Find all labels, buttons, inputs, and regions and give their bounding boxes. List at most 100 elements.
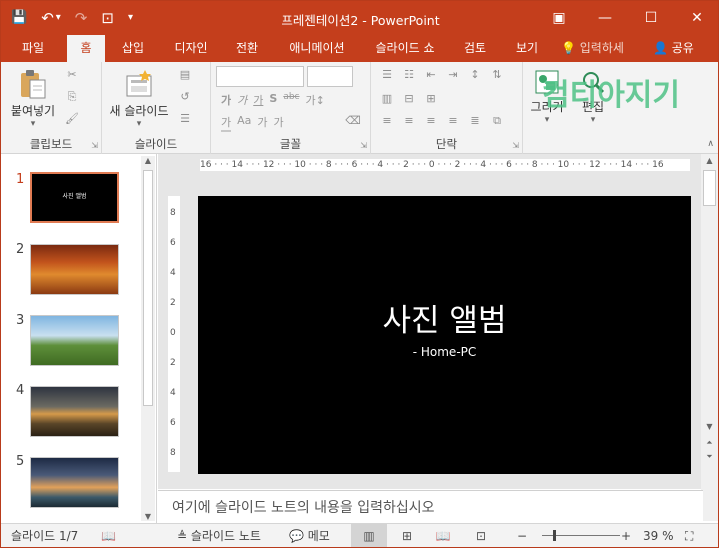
- title-bar: 💾 ↶ ▾ ↷ ⊡ ▾ 프레젠테이션2 - PowerPoint ▣ — ☐ ✕: [1, 1, 718, 35]
- thumbnail-slide-2[interactable]: [30, 244, 119, 295]
- italic-button[interactable]: 가: [237, 92, 247, 108]
- scroll-thumb[interactable]: [143, 170, 153, 406]
- paste-button[interactable]: 붙여넣기 ▾: [5, 68, 61, 129]
- align-text-icon[interactable]: ⊟: [401, 92, 417, 106]
- redo-icon[interactable]: ↷: [75, 7, 88, 29]
- drawing-label: 그리기: [530, 100, 564, 114]
- maximize-button[interactable]: ☐: [628, 1, 674, 35]
- underline-button[interactable]: 가: [253, 92, 263, 108]
- decrease-indent-icon[interactable]: ⇤: [423, 68, 439, 82]
- shadow-button[interactable]: S: [269, 92, 277, 108]
- minimize-button[interactable]: —: [582, 1, 628, 35]
- bullets-icon[interactable]: ☰: [379, 68, 395, 82]
- font-launcher-icon[interactable]: ⇲: [360, 141, 367, 150]
- tell-me-search[interactable]: 💡 입력하세: [561, 35, 624, 62]
- slide-title[interactable]: 사진 앨범: [198, 295, 691, 340]
- numbering-icon[interactable]: ☷: [401, 68, 417, 82]
- thumbnail-slide-3[interactable]: [30, 315, 119, 366]
- share-button[interactable]: 👤 공유: [653, 35, 694, 62]
- thumb-number: 2: [16, 242, 25, 257]
- strikethrough-button[interactable]: abc: [283, 92, 299, 108]
- align-left-icon[interactable]: ≡: [379, 114, 395, 128]
- tab-design[interactable]: 디자인: [163, 35, 219, 62]
- bold-button[interactable]: 가: [221, 92, 231, 108]
- current-slide[interactable]: 사진 앨범 - Home-PC: [198, 196, 691, 474]
- save-icon[interactable]: 💾: [11, 7, 27, 29]
- tab-home[interactable]: 홈: [67, 35, 105, 62]
- comments-button[interactable]: 💬 메모: [289, 524, 330, 547]
- editing-button[interactable]: 편집 ▾: [573, 68, 613, 125]
- slide-sorter-icon[interactable]: ⊞: [389, 524, 425, 547]
- zoom-out-button[interactable]: −: [517, 524, 527, 547]
- section-icon[interactable]: ☰: [177, 112, 193, 126]
- tab-file[interactable]: 파일: [9, 35, 57, 62]
- tab-review[interactable]: 검토: [453, 35, 497, 62]
- align-center-icon[interactable]: ≡: [401, 114, 417, 128]
- scroll-up-icon[interactable]: ▲: [701, 156, 718, 165]
- paragraph-launcher-icon[interactable]: ⇲: [512, 141, 519, 150]
- ruler-tick: 0: [170, 328, 176, 338]
- columns-icon[interactable]: ▥: [379, 92, 395, 106]
- previous-slide-icon[interactable]: ⏶: [701, 438, 718, 448]
- notes-button[interactable]: ≜ 슬라이드 노트: [177, 524, 261, 547]
- collapse-ribbon-icon[interactable]: ∧: [707, 139, 714, 149]
- clipboard-launcher-icon[interactable]: ⇲: [91, 141, 98, 150]
- char-spacing-button[interactable]: 가↕: [306, 92, 325, 108]
- start-presentation-icon[interactable]: ⊡: [101, 7, 114, 29]
- copy-icon[interactable]: ⎘: [64, 90, 80, 104]
- normal-view-icon[interactable]: ▥: [351, 524, 387, 547]
- justify-icon[interactable]: ≡: [445, 114, 461, 128]
- undo-dropdown-icon[interactable]: ▾: [56, 7, 61, 29]
- thumbnail-slide-1[interactable]: 사진 앨범: [30, 172, 119, 223]
- close-button[interactable]: ✕: [674, 1, 718, 35]
- scroll-down-icon[interactable]: ▼: [701, 422, 718, 431]
- tab-view[interactable]: 보기: [505, 35, 549, 62]
- spelling-check-icon[interactable]: 📖: [101, 524, 116, 547]
- tab-animations[interactable]: 애니메이션: [277, 35, 357, 62]
- cut-icon[interactable]: ✂: [64, 68, 80, 82]
- quick-access-toolbar: 💾 ↶ ▾ ↷ ⊡ ▾: [11, 7, 133, 29]
- undo-icon[interactable]: ↶: [41, 7, 54, 29]
- distributed-icon[interactable]: ≣: [467, 114, 483, 128]
- reset-icon[interactable]: ↺: [177, 90, 193, 104]
- format-painter-icon[interactable]: 🖌: [64, 112, 80, 126]
- tab-slideshow[interactable]: 슬라이드 쇼: [363, 35, 447, 62]
- scroll-up-icon[interactable]: ▲: [141, 156, 155, 165]
- new-slide-icon: [126, 70, 152, 97]
- change-case-button[interactable]: Aa: [237, 114, 251, 132]
- zoom-slider-thumb[interactable]: [553, 530, 557, 541]
- tab-insert[interactable]: 삽입: [111, 35, 155, 62]
- thumbnail-slide-4[interactable]: [30, 386, 119, 437]
- scroll-thumb[interactable]: [703, 170, 716, 206]
- increase-indent-icon[interactable]: ⇥: [445, 68, 461, 82]
- line-spacing-icon[interactable]: ↕: [467, 68, 483, 82]
- convert-smartart-icon[interactable]: ⧉: [489, 114, 505, 128]
- reading-view-icon[interactable]: 📖: [425, 524, 461, 547]
- font-color-button[interactable]: 가: [221, 114, 232, 132]
- zoom-level[interactable]: 39 %: [643, 524, 674, 547]
- new-slide-button[interactable]: 새 슬라이드 ▾: [104, 68, 174, 129]
- tab-transitions[interactable]: 전환: [225, 35, 269, 62]
- zoom-in-button[interactable]: +: [621, 524, 631, 547]
- thumbnails-scrollbar[interactable]: ▲ ▼: [141, 156, 155, 521]
- next-slide-icon[interactable]: ⏷: [701, 452, 718, 462]
- clear-formatting-icon[interactable]: ⌫: [345, 114, 361, 128]
- fit-slide-icon[interactable]: ⛶: [685, 524, 693, 547]
- scroll-down-icon[interactable]: ▼: [141, 512, 155, 521]
- text-direction-icon[interactable]: ⇅: [489, 68, 505, 82]
- font-name-combo[interactable]: [216, 66, 304, 87]
- grow-font-button[interactable]: 가: [257, 114, 267, 132]
- notes-pane[interactable]: 여기에 슬라이드 노트의 내용을 입력하십시오: [158, 490, 703, 521]
- editor-scrollbar[interactable]: ▲ ▼ ⏶ ⏷: [701, 154, 718, 521]
- align-right-icon[interactable]: ≡: [423, 114, 439, 128]
- slide-subtitle[interactable]: - Home-PC: [198, 345, 691, 359]
- customize-qat-icon[interactable]: ▾: [128, 7, 133, 29]
- drawing-button[interactable]: 그리기 ▾: [525, 68, 569, 125]
- thumbnail-slide-5[interactable]: [30, 457, 119, 508]
- layout-icon[interactable]: ▤: [177, 68, 193, 82]
- shrink-font-button[interactable]: 가: [274, 114, 284, 132]
- slideshow-view-icon[interactable]: ⊡: [463, 524, 499, 547]
- ribbon-display-options-icon[interactable]: ▣: [536, 1, 582, 35]
- smartart-icon[interactable]: ⊞: [423, 92, 439, 106]
- font-size-combo[interactable]: [307, 66, 353, 87]
